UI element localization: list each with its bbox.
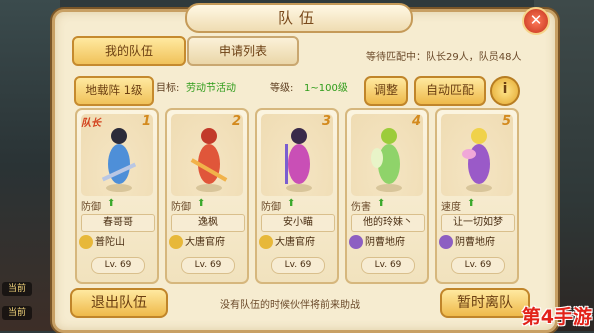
goal-value: 劳动节活动 [186,83,236,94]
help-button[interactable]: i [490,76,520,106]
slot-number: 2 [231,114,241,129]
role-up-icon: ⬆ [197,198,206,209]
slot-number: 3 [321,114,331,129]
tab-my-team[interactable]: 我的队伍 [72,36,186,66]
formation-button[interactable]: 地载阵 1级 [74,76,154,106]
side-chat-chip[interactable]: 当前 [2,282,32,296]
panel-title: 队伍 [185,3,413,33]
member-level: Lv. 69 [451,257,505,274]
member-card[interactable]: 2 防御 ⬆ 逸枫 大唐官府 Lv. 69 [165,108,249,284]
member-name: 他的玲妹丶 [351,214,425,232]
member-role: 防御 [81,202,101,213]
school-label: 大唐官府 [275,237,315,248]
member-name: 逸枫 [171,214,245,232]
school-icon [169,235,183,249]
member-role: 防御 [171,202,191,213]
member-level: Lv. 69 [361,257,415,274]
school-icon [439,235,453,249]
role-up-icon: ⬆ [107,198,116,209]
member-card[interactable]: 队长 1 防御 ⬆ 春哥哥 普陀山 Lv. 69 [75,108,159,284]
role-up-icon: ⬆ [377,198,386,209]
close-button[interactable]: ✕ [522,7,550,35]
member-card[interactable]: 3 防御 ⬆ 安小瞄 大唐官府 Lv. 69 [255,108,339,284]
role-up-icon: ⬆ [287,198,296,209]
auto-match-button[interactable]: 自动匹配 [414,76,486,106]
school-label: 普陀山 [95,237,125,248]
school-label: 大唐官府 [185,237,225,248]
school-label: 阴曹地府 [455,237,495,248]
school-icon [259,235,273,249]
member-role: 防御 [261,202,281,213]
member-card[interactable]: 4 伤害 ⬆ 他的玲妹丶 阴曹地府 Lv. 69 [345,108,429,284]
member-school: 普陀山 [79,234,125,252]
character-sprite [285,128,312,192]
bottom-hint: 没有队伍的时候伙伴将前来助战 [220,300,360,311]
member-name: 让一切如梦 [441,214,515,232]
character-sprite [371,128,402,192]
adjust-button[interactable]: 调整 [364,76,408,106]
character-sprite [462,128,492,192]
role-up-icon: ⬆ [467,198,476,209]
member-role: 速度 [441,202,461,213]
member-name: 春哥哥 [81,214,155,232]
character-sprite [190,128,228,192]
leader-tag: 队长 [81,118,101,129]
school-icon [79,235,93,249]
school-icon [349,235,363,249]
slot-number: 1 [141,114,151,129]
side-chat-chip[interactable]: 当前 [2,306,32,320]
member-school: 大唐官府 [169,234,225,252]
member-level: Lv. 69 [271,257,325,274]
slot-number: 5 [501,114,511,129]
close-icon: ✕ [529,11,543,29]
member-level: Lv. 69 [181,257,235,274]
queue-status: 等待匹配中：队长29人，队员48人 [366,52,522,63]
info-icon: i [502,81,508,97]
member-level: Lv. 69 [91,257,145,274]
member-school: 阴曹地府 [349,234,405,252]
slot-number: 4 [411,114,421,129]
level-value: 1~100级 [304,83,348,94]
member-name: 安小瞄 [261,214,335,232]
site-watermark: 第4手游 [521,306,592,328]
member-card[interactable]: 5 速度 ⬆ 让一切如梦 阴曹地府 Lv. 69 [435,108,519,284]
level-label: 等级: [270,83,294,94]
temporary-leave-button[interactable]: 暂时离队 [440,288,530,318]
member-role: 伤害 [351,202,371,213]
member-school: 阴曹地府 [439,234,495,252]
goal-label: 目标: [156,83,180,94]
leave-team-button[interactable]: 退出队伍 [70,288,168,318]
character-sprite [101,128,137,192]
school-label: 阴曹地府 [365,237,405,248]
tab-applications[interactable]: 申请列表 [187,36,299,66]
member-school: 大唐官府 [259,234,315,252]
